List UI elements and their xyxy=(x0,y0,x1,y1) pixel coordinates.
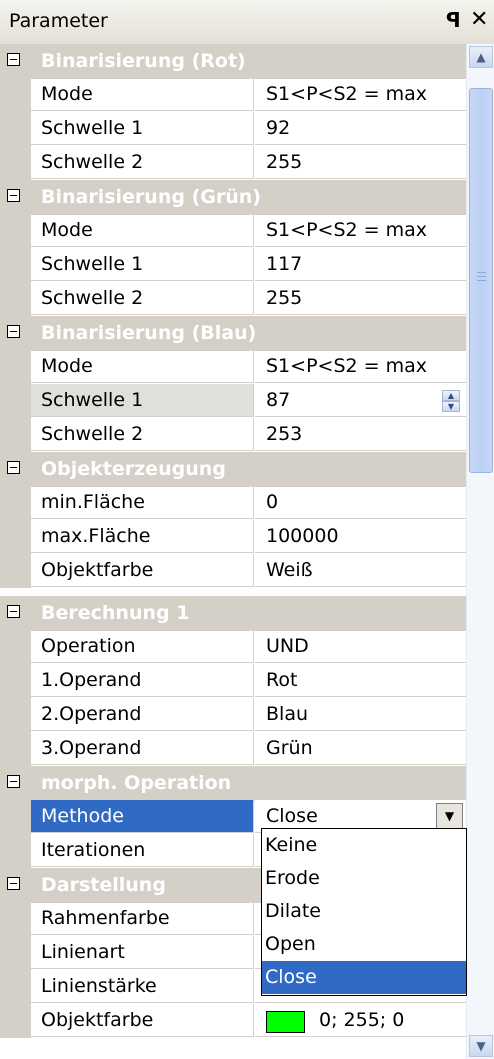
property-value[interactable]: 253 xyxy=(255,418,466,451)
property-value[interactable]: Weiß xyxy=(255,554,466,587)
property-value[interactable]: 100000 xyxy=(255,520,466,553)
collapse-icon[interactable] xyxy=(7,53,20,66)
property-value[interactable]: 92 xyxy=(255,112,466,145)
scrollbar-thumb[interactable] xyxy=(469,88,493,473)
property-name[interactable]: Schwelle 1 xyxy=(31,384,254,417)
property-value[interactable]: Rot xyxy=(255,664,466,697)
color-value[interactable]: 0; 255; 0 xyxy=(319,1004,404,1037)
property-row-schwelle-1[interactable]: Schwelle 1 92 xyxy=(0,112,466,146)
property-name[interactable]: 3.Operand xyxy=(31,732,254,765)
property-name[interactable]: Mode xyxy=(31,350,254,383)
property-row-objektfarbe[interactable]: Objektfarbe 0; 255; 0 xyxy=(0,1004,466,1038)
property-name[interactable]: Methode xyxy=(31,800,254,833)
category-binarisierung-gruen[interactable]: Binarisierung (Grün) xyxy=(0,180,466,215)
category-label: Binarisierung (Grün) xyxy=(41,186,261,208)
property-name[interactable]: Mode xyxy=(31,214,254,247)
property-row-schwelle-2[interactable]: Schwelle 2 253 xyxy=(0,418,466,452)
property-name[interactable]: 2.Operand xyxy=(31,698,254,731)
property-value[interactable]: 0 xyxy=(255,486,466,519)
combobox-value[interactable]: Close xyxy=(266,805,318,827)
category-label: Objekterzeugung xyxy=(41,458,226,480)
panel-titlebar: Parameter ꟼ ✕ xyxy=(0,0,494,45)
property-name[interactable]: 1.Operand xyxy=(31,664,254,697)
dropdown-option[interactable]: Erode xyxy=(262,862,466,895)
pin-icon[interactable]: ꟼ xyxy=(446,8,461,32)
property-value-text[interactable]: 87 xyxy=(266,389,290,411)
category-label: morph. Operation xyxy=(41,772,232,794)
property-name[interactable]: Linienstärke xyxy=(31,970,254,1003)
property-name[interactable]: Operation xyxy=(31,630,254,663)
property-name[interactable]: Schwelle 1 xyxy=(31,248,254,281)
property-row-mode[interactable]: Mode S1<P<S2 = max xyxy=(0,350,466,384)
property-value[interactable]: S1<P<S2 = max xyxy=(255,350,466,383)
property-value[interactable]: Blau xyxy=(255,698,466,731)
property-row-schwelle-2[interactable]: Schwelle 2 255 xyxy=(0,146,466,180)
property-name[interactable]: Rahmenfarbe xyxy=(31,902,254,935)
property-name[interactable]: Objektfarbe xyxy=(31,1004,254,1037)
vertical-scrollbar[interactable]: ▲ ▼ xyxy=(466,44,494,1059)
category-binarisierung-blau[interactable]: Binarisierung (Blau) xyxy=(0,316,466,351)
category-label: Binarisierung (Blau) xyxy=(41,322,257,344)
property-row-operand-3[interactable]: 3.Operand Grün xyxy=(0,732,466,766)
property-value[interactable]: UND xyxy=(255,630,466,663)
scroll-down-icon[interactable]: ▼ xyxy=(469,1035,493,1057)
property-row-min-flaeche[interactable]: min.Fläche 0 xyxy=(0,486,466,520)
category-objekterzeugung[interactable]: Objekterzeugung xyxy=(0,452,466,487)
property-row-max-flaeche[interactable]: max.Fläche 100000 xyxy=(0,520,466,554)
dropdown-arrow-icon[interactable]: ▼ xyxy=(436,803,463,830)
dropdown-option-selected[interactable]: Close xyxy=(262,961,466,994)
dropdown-option[interactable]: Dilate xyxy=(262,895,466,928)
property-name[interactable]: Schwelle 1 xyxy=(31,112,254,145)
property-row-mode[interactable]: Mode S1<P<S2 = max xyxy=(0,78,466,112)
property-value[interactable]: 117 xyxy=(255,248,466,281)
property-name[interactable]: Mode xyxy=(31,78,254,111)
spin-down-icon[interactable]: ▼ xyxy=(442,401,460,412)
property-name[interactable]: Iterationen xyxy=(31,834,254,867)
methode-dropdown-list[interactable]: Keine Erode Dilate Open Close xyxy=(261,828,467,996)
property-value[interactable]: Grün xyxy=(255,732,466,765)
property-value[interactable]: 87 ▲ ▼ xyxy=(255,384,466,417)
property-value[interactable]: 0; 255; 0 xyxy=(255,1004,466,1037)
property-name[interactable]: max.Fläche xyxy=(31,520,254,553)
property-value[interactable]: 255 xyxy=(255,146,466,179)
collapse-icon[interactable] xyxy=(7,605,20,618)
property-row-mode[interactable]: Mode S1<P<S2 = max xyxy=(0,214,466,248)
dropdown-option[interactable]: Keine xyxy=(262,829,466,862)
property-name[interactable]: Schwelle 2 xyxy=(31,146,254,179)
spin-buttons[interactable]: ▲ ▼ xyxy=(442,390,460,412)
property-name[interactable]: Schwelle 2 xyxy=(31,282,254,315)
category-berechnung-1[interactable]: Berechnung 1 xyxy=(0,596,466,631)
property-name[interactable]: Schwelle 2 xyxy=(31,418,254,451)
property-row-operand-1[interactable]: 1.Operand Rot xyxy=(0,664,466,698)
category-label: Darstellung xyxy=(41,874,166,896)
property-row-schwelle-1[interactable]: Schwelle 1 87 ▲ ▼ xyxy=(0,384,466,418)
property-value[interactable]: S1<P<S2 = max xyxy=(255,78,466,111)
property-name[interactable]: Linienart xyxy=(31,936,254,969)
collapse-icon[interactable] xyxy=(7,325,20,338)
scroll-up-icon[interactable]: ▲ xyxy=(469,46,493,68)
property-row-schwelle-1[interactable]: Schwelle 1 117 xyxy=(0,248,466,282)
category-label: Binarisierung (Rot) xyxy=(41,50,246,72)
property-value[interactable]: 255 xyxy=(255,282,466,315)
property-row-operand-2[interactable]: 2.Operand Blau xyxy=(0,698,466,732)
spin-up-icon[interactable]: ▲ xyxy=(442,390,460,401)
property-value[interactable]: S1<P<S2 = max xyxy=(255,214,466,247)
property-name[interactable]: min.Fläche xyxy=(31,486,254,519)
category-morph-operation[interactable]: morph. Operation xyxy=(0,766,466,801)
color-swatch xyxy=(266,1011,305,1033)
property-row-schwelle-2[interactable]: Schwelle 2 255 xyxy=(0,282,466,316)
collapse-icon[interactable] xyxy=(7,775,20,788)
property-row-operation[interactable]: Operation UND xyxy=(0,630,466,664)
close-icon[interactable]: ✕ xyxy=(470,7,488,32)
collapse-icon[interactable] xyxy=(7,461,20,474)
property-row-objektfarbe[interactable]: Objektfarbe Weiß xyxy=(0,554,466,588)
collapse-icon[interactable] xyxy=(7,189,20,202)
dropdown-option[interactable]: Open xyxy=(262,928,466,961)
category-binarisierung-rot[interactable]: Binarisierung (Rot) xyxy=(0,44,466,79)
category-label: Berechnung 1 xyxy=(41,602,190,624)
collapse-icon[interactable] xyxy=(7,877,20,890)
property-name[interactable]: Objektfarbe xyxy=(31,554,254,587)
panel-title: Parameter xyxy=(9,10,108,32)
